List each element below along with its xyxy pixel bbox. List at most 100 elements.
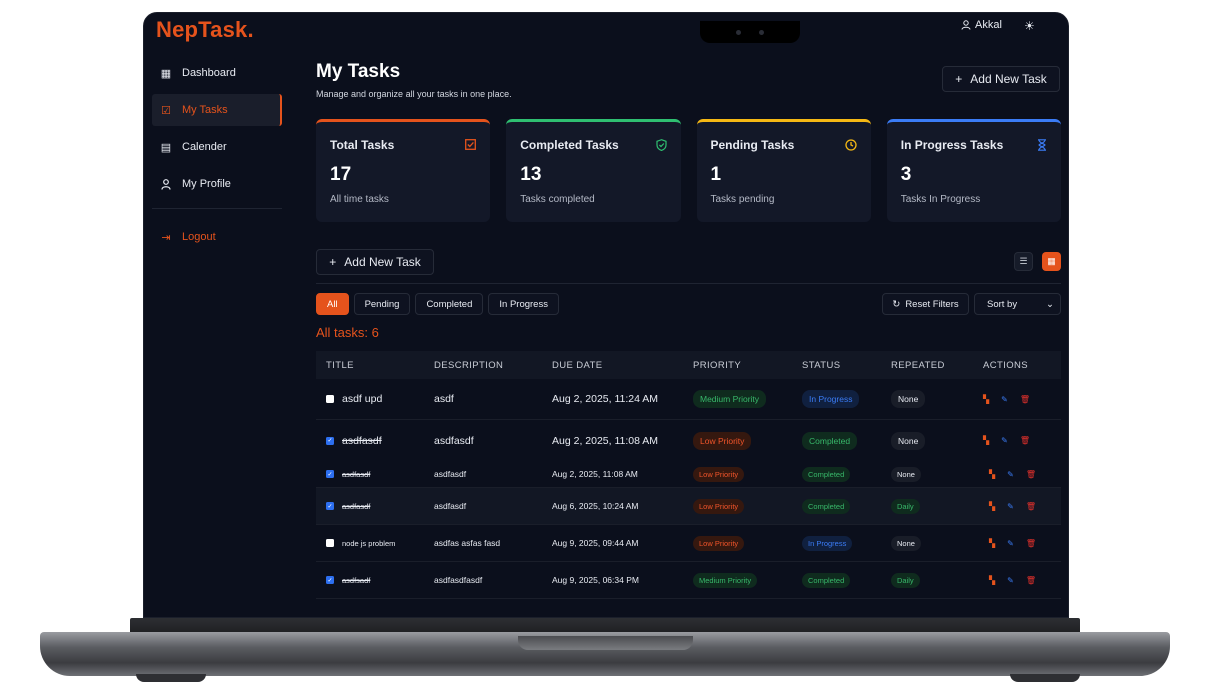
task-description: asdfasdf — [434, 434, 474, 447]
repeat-badge: None — [891, 431, 926, 450]
dashboard-icon: ▦ — [160, 67, 172, 80]
edit-icon[interactable]: ✎ — [1007, 470, 1014, 479]
status-badge: Completed — [802, 431, 858, 450]
task-description: asdfas asfas fasd — [434, 538, 501, 548]
table-row[interactable]: ✓ asdfsadf asdfasdfasdf Aug 9, 2025, 06:… — [316, 562, 1061, 599]
task-description: asdfasdfasdf — [434, 575, 483, 585]
sidebar-divider — [152, 208, 282, 209]
user-menu[interactable]: Akkal — [961, 19, 1002, 31]
table-view-icon: ▦ — [1047, 256, 1056, 266]
filter-chip-in-progress[interactable]: In Progress — [488, 293, 559, 315]
sidebar-item-label: Dashboard — [182, 67, 236, 79]
edit-icon[interactable]: ✎ — [1007, 539, 1014, 548]
task-title: asdfasdf — [342, 434, 382, 447]
laptop-foot-right — [1010, 674, 1080, 682]
task-checkbox[interactable]: ✓ — [326, 470, 334, 478]
priority-badge: Low Priority — [693, 431, 752, 450]
subtasks-icon[interactable]: ▚ — [989, 470, 995, 479]
add-new-task-button[interactable]: + Add New Task — [316, 249, 434, 275]
subtasks-icon[interactable]: ▚ — [989, 539, 995, 548]
plus-icon: + — [329, 255, 337, 269]
logout-label: Logout — [182, 231, 216, 243]
task-due-date: Aug 9, 2025, 09:44 AM — [552, 538, 639, 548]
table-row[interactable]: node js problem asdfas asfas fasd Aug 9,… — [316, 525, 1061, 562]
task-count-label: All tasks: 6 — [316, 325, 379, 340]
status-badge: Completed — [802, 498, 851, 514]
edit-icon[interactable]: ✎ — [1007, 502, 1014, 511]
refresh-icon: ↻ — [892, 298, 901, 310]
table-row[interactable]: asdf upd asdf Aug 2, 2025, 11:24 AM Medi… — [316, 379, 1061, 420]
filter-chip-completed[interactable]: Completed — [415, 293, 484, 315]
edit-icon[interactable]: ✎ — [1001, 436, 1008, 445]
subtasks-icon[interactable]: ▚ — [989, 576, 995, 585]
stats-row: Total Tasks 17 All time tasks Completed … — [316, 119, 1061, 222]
delete-icon[interactable]: 🗑 — [1020, 436, 1030, 445]
stat-card-pending: Pending Tasks 1 Tasks pending — [696, 119, 871, 222]
task-due-date: Aug 2, 2025, 11:08 AM — [552, 434, 659, 447]
task-title: asdfasdf — [342, 501, 371, 511]
task-checkbox[interactable]: ✓ — [326, 436, 334, 445]
task-description: asdfasdf — [434, 469, 467, 479]
user-icon — [160, 178, 172, 190]
reset-filters-button[interactable]: ↻ Reset Filters — [882, 293, 969, 315]
user-name: Akkal — [975, 19, 1002, 31]
task-title: asdf upd — [342, 393, 383, 405]
task-title: node js problem — [342, 538, 396, 548]
priority-badge: Medium Priority — [693, 572, 758, 588]
task-due-date: Aug 2, 2025, 11:24 AM — [552, 393, 659, 405]
stat-card-total: Total Tasks 17 All time tasks — [316, 119, 491, 222]
filter-chip-pending[interactable]: Pending — [353, 293, 411, 315]
repeat-badge: Daily — [891, 572, 920, 588]
filter-chip-all[interactable]: All — [316, 293, 349, 315]
list-view-icon: ☰ — [1019, 256, 1028, 266]
status-badge: In Progress — [802, 535, 853, 551]
status-filter-group: All Pending Completed In Progress — [316, 293, 559, 315]
logout-button[interactable]: ⇥ Logout — [152, 221, 282, 253]
add-new-task-header-button[interactable]: + Add New Task — [942, 66, 1060, 92]
sidebar-item-my-tasks[interactable]: ☑ My Tasks — [152, 94, 282, 126]
theme-toggle-button[interactable]: ☀ — [1024, 19, 1035, 33]
task-checkbox[interactable]: ✓ — [326, 576, 334, 584]
edit-icon[interactable]: ✎ — [1001, 395, 1008, 404]
divider — [316, 283, 1061, 284]
repeat-badge: None — [891, 390, 926, 408]
app-screen: NepTask. Akkal ☀ ▦ Dashboard ☑ My Tasks … — [143, 12, 1069, 618]
sidebar-item-calendar[interactable]: ▤ Calender — [152, 131, 282, 163]
sidebar: ▦ Dashboard ☑ My Tasks ▤ Calender My Pro… — [152, 57, 282, 258]
task-checkbox[interactable]: ✓ — [326, 502, 334, 510]
table-row[interactable]: ✓ asdfasdf asdfasdf Aug 2, 2025, 11:08 A… — [316, 420, 1061, 461]
list-view-toggle[interactable]: ☰ — [1014, 252, 1033, 271]
hourglass-icon — [1037, 139, 1047, 154]
sidebar-item-dashboard[interactable]: ▦ Dashboard — [152, 57, 282, 89]
status-badge: Completed — [802, 466, 851, 482]
delete-icon[interactable]: 🗑 — [1026, 470, 1036, 479]
delete-icon[interactable]: 🗑 — [1020, 395, 1030, 404]
task-checkbox[interactable] — [326, 395, 334, 403]
sidebar-item-profile[interactable]: My Profile — [152, 168, 282, 200]
delete-icon[interactable]: 🗑 — [1026, 539, 1036, 548]
sidebar-item-label: My Tasks — [182, 104, 228, 116]
edit-icon[interactable]: ✎ — [1007, 576, 1014, 585]
stat-card-completed: Completed Tasks 13 Tasks completed — [506, 119, 681, 222]
main-content: My Tasks Manage and organize all your ta… — [316, 61, 1061, 599]
table-row[interactable]: ✓ asdfasdf asdfasdf Aug 2, 2025, 11:08 A… — [316, 461, 1061, 488]
sidebar-item-label: My Profile — [182, 178, 231, 190]
task-action-row: + Add New Task ☰ ▦ — [316, 249, 1061, 275]
delete-icon[interactable]: 🗑 — [1026, 576, 1036, 585]
brand-logo[interactable]: NepTask. — [156, 17, 254, 43]
task-description: asdfasdf — [434, 501, 467, 511]
clock-icon — [845, 139, 857, 154]
table-header: TITLE DESCRIPTION DUE DATE PRIORITY STAT… — [316, 351, 1061, 379]
subtasks-icon[interactable]: ▚ — [983, 395, 989, 404]
sort-select[interactable]: Sort by ⌄ — [974, 293, 1061, 315]
shield-check-icon — [655, 139, 667, 154]
subtasks-icon[interactable]: ▚ — [983, 436, 989, 445]
table-view-toggle[interactable]: ▦ — [1042, 252, 1061, 271]
table-row[interactable]: ✓ asdfasdf asdfasdf Aug 6, 2025, 10:24 A… — [316, 488, 1061, 525]
task-checkbox[interactable] — [326, 539, 334, 547]
status-badge: In Progress — [802, 390, 860, 408]
priority-badge: Low Priority — [693, 498, 745, 514]
sun-icon: ☀ — [1024, 19, 1035, 33]
delete-icon[interactable]: 🗑 — [1026, 502, 1036, 511]
subtasks-icon[interactable]: ▚ — [989, 502, 995, 511]
